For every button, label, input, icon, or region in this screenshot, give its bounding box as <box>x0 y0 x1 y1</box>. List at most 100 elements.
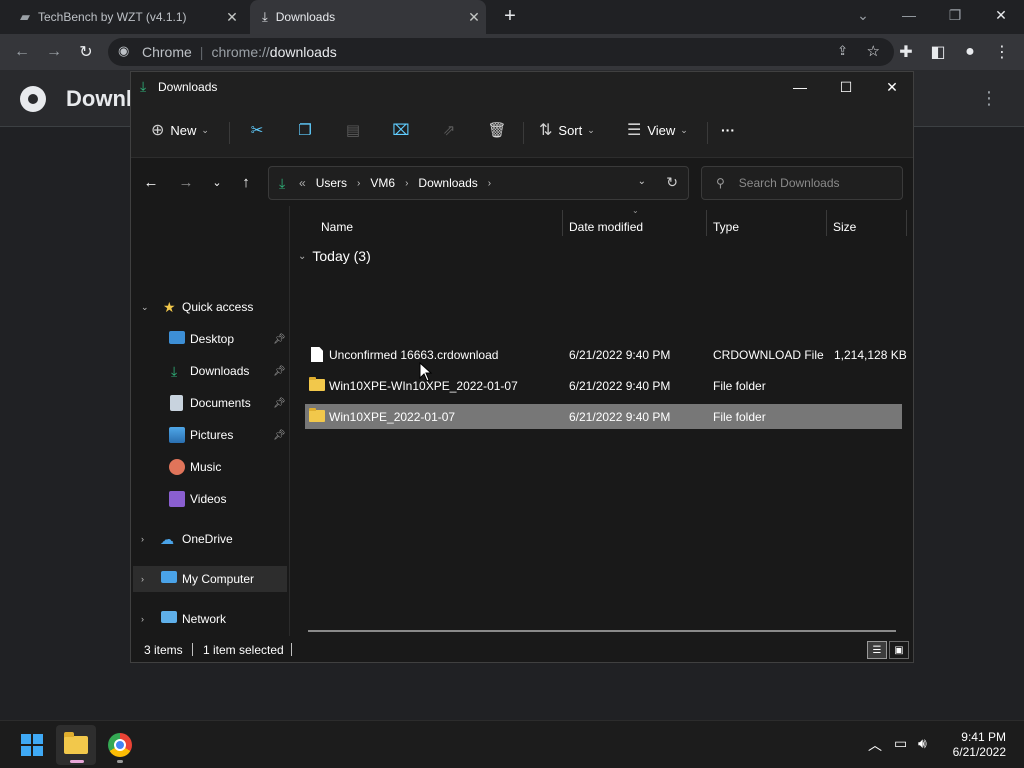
new-tab-button[interactable]: + <box>498 5 522 29</box>
explorer-maximize-button[interactable]: ☐ <box>823 72 869 102</box>
expand-right-icon[interactable]: › <box>141 614 144 624</box>
forward-icon[interactable]: → <box>176 172 196 192</box>
nav-item-documents[interactable]: Documents 📌︎ <box>133 390 287 416</box>
rename-icon[interactable]: ⌧ <box>391 120 411 140</box>
omnibox[interactable]: ◉ Chrome | chrome:// downloads ⇪ ☆ <box>108 38 894 66</box>
breadcrumb-downloads[interactable]: Downloads <box>418 176 477 190</box>
details-view-icon[interactable]: ☰ <box>867 641 887 659</box>
close-button[interactable]: ✕ <box>978 0 1024 30</box>
nav-item-downloads[interactable]: ⤓ Downloads 📌︎ <box>133 358 287 384</box>
downloads-icon: ⤓ <box>171 362 178 379</box>
refresh-icon[interactable]: ↻ <box>666 174 678 191</box>
status-bar: 3 items 1 item selected ☰ ▣ <box>131 636 913 662</box>
tab-search-icon[interactable]: ⌄ <box>840 0 886 30</box>
side-panel-icon[interactable]: ◧ <box>926 40 950 64</box>
chevron-right-icon[interactable]: › <box>488 178 491 189</box>
back-icon[interactable]: ← <box>10 40 34 64</box>
reload-icon[interactable]: ↻ <box>74 40 98 64</box>
expand-right-icon[interactable]: › <box>141 534 144 544</box>
tab-close-icon[interactable]: ✕ <box>462 9 486 26</box>
desktop-icon <box>169 331 185 344</box>
column-header-date[interactable]: Date modified <box>569 216 643 238</box>
cut-icon[interactable]: ✂ <box>247 120 267 140</box>
address-overflow[interactable]: « <box>299 176 306 190</box>
explorer-close-button[interactable]: ✕ <box>869 72 915 102</box>
site-info-icon[interactable]: ◉ <box>118 43 129 59</box>
share-icon[interactable]: ⇪ <box>837 43 848 59</box>
column-divider[interactable] <box>562 210 563 236</box>
up-icon[interactable]: ↑ <box>236 172 256 192</box>
nav-item-videos[interactable]: Videos <box>133 486 287 512</box>
column-header-name[interactable]: Name <box>321 216 353 238</box>
nav-item-pictures[interactable]: Pictures 📌︎ <box>133 422 287 448</box>
view-button[interactable]: ☰ View ⌄ <box>627 116 688 144</box>
restore-button[interactable]: ❐ <box>932 0 978 30</box>
system-clock[interactable]: 9:41 PM 6/21/2022 <box>938 730 1006 760</box>
recent-locations-icon[interactable]: ⌄ <box>207 172 227 192</box>
nav-my-computer[interactable]: › My Computer <box>133 566 287 592</box>
chevron-right-icon[interactable]: › <box>405 178 408 189</box>
table-row[interactable]: Win10XPE-WIn10XPE_2022-01-07 6/21/2022 9… <box>305 373 902 398</box>
expand-down-icon[interactable]: ⌄ <box>141 302 149 313</box>
tab-close-icon[interactable]: ✕ <box>220 9 244 26</box>
share-icon[interactable]: ⇗ <box>439 120 459 140</box>
bookmark-star-icon[interactable]: ☆ <box>867 42 880 60</box>
profile-icon[interactable]: ● <box>958 40 982 64</box>
breadcrumb-vm6[interactable]: VM6 <box>370 176 395 190</box>
tab-downloads[interactable]: ⤓ Downloads ✕ <box>250 0 486 34</box>
column-header-type[interactable]: Type <box>713 216 739 238</box>
new-button[interactable]: ⊕ New ⌄ <box>151 116 209 144</box>
breadcrumb-users[interactable]: Users <box>316 176 347 190</box>
pin-icon[interactable]: 📌︎ <box>273 366 286 377</box>
back-icon[interactable]: ← <box>141 172 161 192</box>
file-explorer-icon <box>64 732 88 754</box>
address-bar[interactable]: ⤓ « Users › VM6 › Downloads › ⌄ ↻ <box>268 166 689 200</box>
nav-network[interactable]: › Network <box>133 606 287 632</box>
copy-icon[interactable]: ❐ <box>295 120 315 140</box>
extensions-icon[interactable]: ✚ <box>894 40 918 64</box>
videos-icon <box>169 491 185 507</box>
address-history-icon[interactable]: ⌄ <box>638 176 646 187</box>
group-header-today[interactable]: ⌄ Today (3) <box>298 248 371 264</box>
chrome-menu-icon[interactable]: ⋮ <box>990 40 1014 64</box>
nav-item-desktop[interactable]: Desktop 📌︎ <box>133 326 287 352</box>
expand-right-icon[interactable]: › <box>141 574 144 584</box>
column-header-size[interactable]: Size <box>833 216 856 238</box>
nav-onedrive[interactable]: › ☁ OneDrive <box>133 526 287 552</box>
chevron-right-icon[interactable]: › <box>357 178 360 189</box>
see-more-button[interactable]: ··· <box>721 116 735 144</box>
show-hidden-icons-icon[interactable]: ︿ <box>868 735 882 755</box>
thumbnail-view-icon[interactable]: ▣ <box>889 641 909 659</box>
taskbar-file-explorer[interactable] <box>56 725 96 765</box>
network-icon <box>161 611 177 623</box>
plus-circle-icon: ⊕ <box>151 122 165 139</box>
file-type: CRDOWNLOAD File <box>713 348 824 362</box>
delete-icon[interactable]: 🗑︎ <box>487 120 507 140</box>
explorer-titlebar[interactable]: ⤓ Downloads — ☐ ✕ <box>131 72 913 102</box>
table-row[interactable]: Win10XPE_2022-01-07 6/21/2022 9:40 PM Fi… <box>305 404 902 429</box>
paste-icon[interactable]: ▤ <box>343 120 363 140</box>
pin-icon[interactable]: 📌︎ <box>273 334 286 345</box>
tab-techbench[interactable]: ▰ TechBench by WZT (v4.1.1) ✕ <box>8 0 244 34</box>
collapse-group-icon[interactable]: ⌄ <box>298 251 306 262</box>
table-row[interactable]: Unconfirmed 16663.crdownload 6/21/2022 9… <box>305 342 907 367</box>
column-divider[interactable] <box>906 210 907 236</box>
page-menu-icon[interactable]: ⋮ <box>980 88 998 109</box>
explorer-minimize-button[interactable]: — <box>777 72 823 102</box>
pin-icon[interactable]: 📌︎ <box>273 430 286 441</box>
start-button[interactable] <box>12 725 52 765</box>
horizontal-scrollbar[interactable] <box>308 630 896 632</box>
taskbar-chrome[interactable] <box>100 725 140 765</box>
pin-icon[interactable]: 📌︎ <box>273 398 286 409</box>
sort-button[interactable]: ⇅ Sort ⌄ <box>539 116 595 144</box>
column-divider[interactable] <box>826 210 827 236</box>
volume-icon[interactable]: 🔊︎ <box>918 735 927 752</box>
forward-icon[interactable]: → <box>42 40 66 64</box>
column-divider[interactable] <box>706 210 707 236</box>
minimize-button[interactable]: — <box>886 0 932 30</box>
folder-icon <box>309 408 325 422</box>
search-box[interactable]: ⚲ Search Downloads <box>701 166 903 200</box>
network-status-icon[interactable]: ▭ <box>894 735 907 752</box>
nav-item-music[interactable]: Music <box>133 454 287 480</box>
nav-quick-access[interactable]: ⌄ ★ Quick access <box>133 294 287 320</box>
